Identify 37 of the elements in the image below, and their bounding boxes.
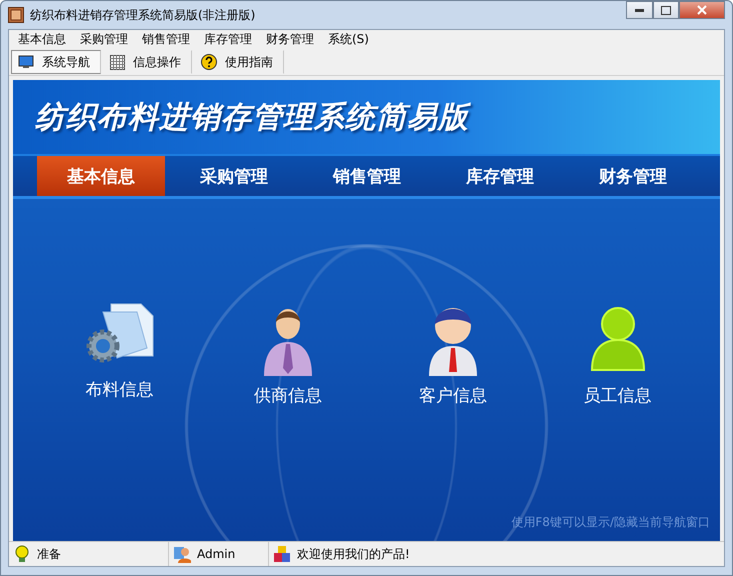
user-icon <box>173 545 191 563</box>
hint-text: 使用F8键可以显示/隐藏当前导航窗口 <box>511 514 710 531</box>
module-button[interactable]: 员工信息 <box>578 299 658 408</box>
monitor-icon <box>18 55 34 69</box>
banner-title: 纺织布料进销存管理系统简易版 <box>35 98 469 136</box>
minimize-button[interactable] <box>626 1 653 19</box>
maximize-icon <box>661 6 671 14</box>
menu-item[interactable]: 财务管理 <box>259 31 321 48</box>
status-text: 准备 <box>37 546 61 562</box>
module-button[interactable]: 供商信息 <box>248 299 328 408</box>
nav-tab[interactable]: 基本信息 <box>37 156 165 196</box>
grid-icon <box>110 54 125 70</box>
nav-tab[interactable]: 财务管理 <box>569 156 697 196</box>
blocks-icon <box>273 545 291 563</box>
close-button[interactable] <box>679 1 725 19</box>
module-button[interactable]: 布料信息 <box>75 299 164 408</box>
menu-item[interactable]: 采购管理 <box>73 31 135 48</box>
status-text: Admin <box>197 547 236 561</box>
module-button[interactable]: 客户信息 <box>412 299 493 408</box>
help-icon <box>201 54 217 70</box>
toolbar-button[interactable]: 信息操作 <box>103 50 192 74</box>
minimize-icon <box>635 8 644 12</box>
app-icon <box>8 7 24 23</box>
menu-item[interactable]: 销售管理 <box>135 31 197 48</box>
nav-tab[interactable]: 销售管理 <box>303 156 431 196</box>
lightbulb-icon <box>13 545 31 563</box>
toolbar-button[interactable]: 使用指南 <box>194 50 284 74</box>
status-text: 欢迎使用我们的产品! <box>297 546 410 562</box>
maximize-button[interactable] <box>653 1 679 19</box>
close-icon <box>697 5 707 15</box>
window-title: 纺织布料进销存管理系统简易版(非注册版) <box>30 6 256 24</box>
menu-item[interactable]: 系统(S) <box>321 31 376 48</box>
nav-tab[interactable]: 采购管理 <box>170 156 298 196</box>
menu-item[interactable]: 库存管理 <box>197 31 259 48</box>
menu-item[interactable]: 基本信息 <box>11 31 73 48</box>
nav-tab[interactable]: 库存管理 <box>436 156 564 196</box>
toolbar-button[interactable]: 系统导航 <box>11 50 101 74</box>
